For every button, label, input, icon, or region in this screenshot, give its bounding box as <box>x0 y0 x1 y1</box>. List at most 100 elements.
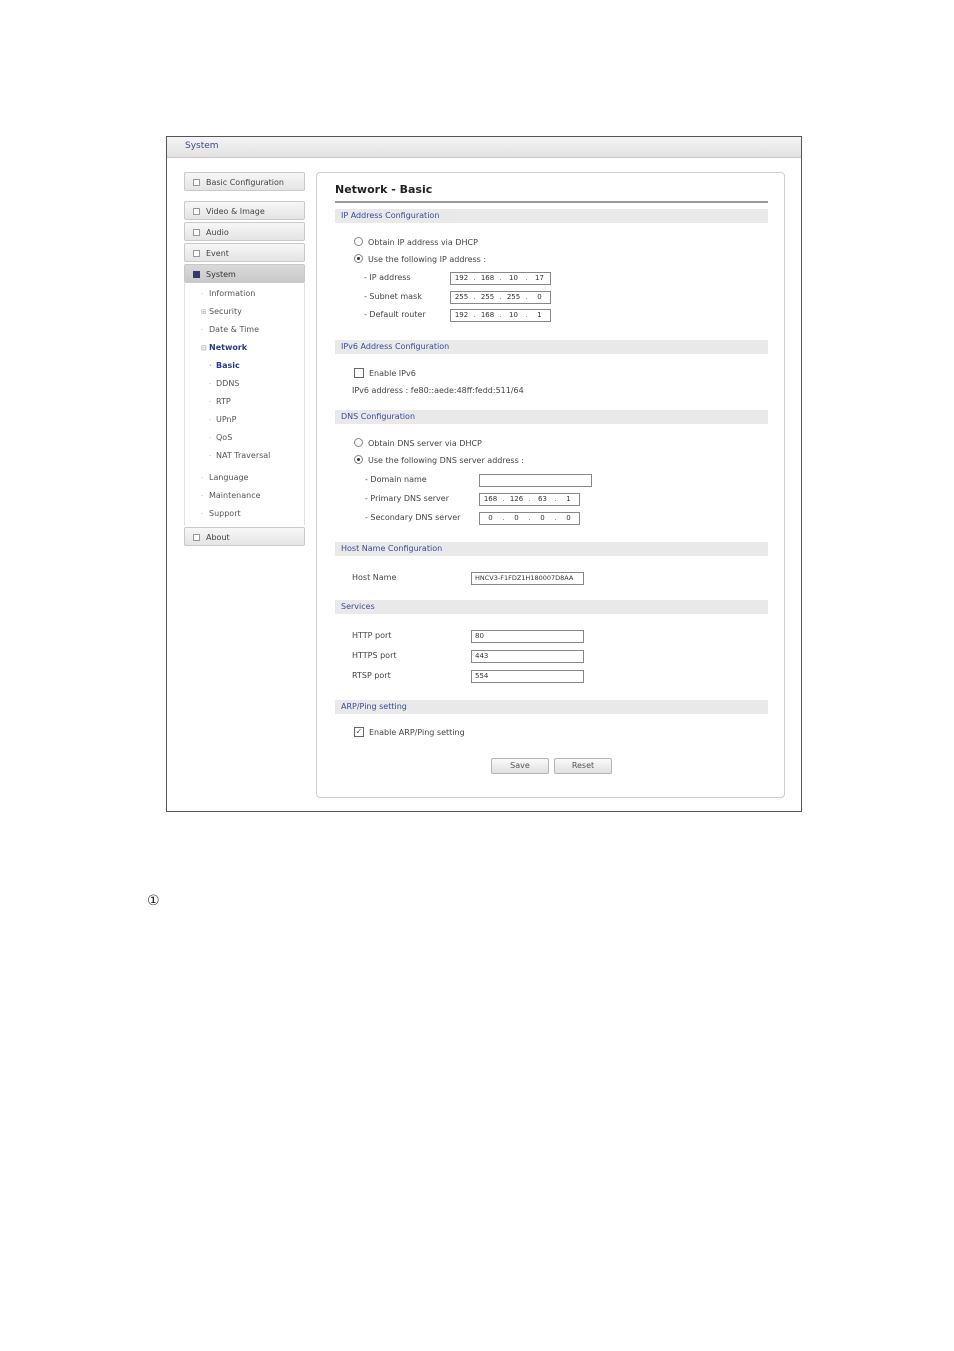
window-title: System <box>185 141 219 151</box>
bullet-icon: · <box>209 434 212 442</box>
browser-screenshot: System Basic Configuration Video & Image… <box>166 136 802 812</box>
sidebar-item-ddns[interactable]: · DDNS <box>185 375 304 393</box>
radio-selected-icon <box>354 254 363 263</box>
sidebar-item-network[interactable]: ⊟ Network <box>185 339 304 357</box>
nav-basic-configuration[interactable]: Basic Configuration <box>184 172 305 191</box>
sidebar-item-language[interactable]: · Language <box>185 469 304 487</box>
section-header-services: Services <box>335 600 768 614</box>
nav-system[interactable]: System <box>184 264 305 283</box>
checkbox-label: Enable ARP/Ping setting <box>369 728 465 737</box>
https-port-field[interactable]: 443 <box>471 650 584 663</box>
expand-icon <box>193 229 200 236</box>
bullet-icon: · <box>201 290 204 298</box>
octet: 168 <box>480 311 495 319</box>
option-label: Use the following IP address : <box>368 255 487 264</box>
sub-label: UPnP <box>216 415 237 424</box>
octet: 10 <box>509 274 518 282</box>
bullet-icon: · <box>209 452 212 460</box>
main-panel: Network - Basic IP Address Configuration… <box>316 172 785 798</box>
bullet-icon: · <box>209 362 212 370</box>
option-label: Obtain DNS server via DHCP <box>368 439 482 448</box>
sidebar-item-date-time[interactable]: · Date & Time <box>185 321 304 339</box>
octet: 126 <box>509 495 524 503</box>
octet: 0 <box>537 293 542 301</box>
domain-name-field[interactable] <box>479 474 592 487</box>
checkbox-checked-icon: ✓ <box>354 726 364 737</box>
collapse-icon <box>193 271 200 278</box>
primary-dns-field[interactable]: 168. 126. 63. 1 <box>479 493 580 506</box>
bullet-icon: · <box>201 492 204 500</box>
sidebar-item-upnp[interactable]: · UPnP <box>185 411 304 429</box>
section-header-ip: IP Address Configuration <box>335 209 768 223</box>
octet: 17 <box>535 274 544 282</box>
sidebar-item-rtp[interactable]: · RTP <box>185 393 304 411</box>
checkbox-icon <box>354 367 364 378</box>
sidebar-item-maintenance[interactable]: · Maintenance <box>185 487 304 505</box>
bullet-icon: · <box>209 398 212 406</box>
octet: 10 <box>509 311 518 319</box>
checkbox-label: Enable IPv6 <box>369 369 416 378</box>
sidebar-item-support[interactable]: · Support <box>185 505 304 523</box>
nav-label: System <box>206 270 236 279</box>
sidebar-item-nat-traversal[interactable]: · NAT Traversal <box>185 447 304 465</box>
sub-label: Information <box>209 289 256 298</box>
static-dns-option[interactable]: Use the following DNS server address : <box>354 454 524 468</box>
sub-label: Security <box>209 307 242 316</box>
ip-address-label: - IP address <box>364 273 411 282</box>
nav-video-image[interactable]: Video & Image <box>184 201 305 220</box>
dhcp-dns-option[interactable]: Obtain DNS server via DHCP <box>354 437 482 451</box>
footnote-marker: ① <box>147 893 160 909</box>
octet: 168 <box>483 495 498 503</box>
rtsp-port-field[interactable]: 554 <box>471 670 584 683</box>
subnet-mask-field[interactable]: 255. 255. 255. 0 <box>450 291 551 304</box>
nav-about[interactable]: About <box>184 527 305 546</box>
nav-audio[interactable]: Audio <box>184 222 305 241</box>
sub-label: NAT Traversal <box>216 451 271 460</box>
top-bar: System <box>167 137 801 158</box>
static-ip-option[interactable]: Use the following IP address : <box>354 253 486 267</box>
reset-button[interactable]: Reset <box>554 758 612 774</box>
bullet-icon: · <box>209 380 212 388</box>
octet: 0 <box>488 514 493 522</box>
ipv6-address-text: IPv6 address : fe80::aede:48ff:fedd:511/… <box>352 386 524 395</box>
sidebar: Basic Configuration Video & Image Audio … <box>184 172 305 548</box>
octet: 192 <box>454 311 469 319</box>
octet: 255 <box>454 293 469 301</box>
secondary-dns-field[interactable]: 0. 0. 0. 0 <box>479 512 580 525</box>
sidebar-item-basic[interactable]: · Basic <box>185 357 304 375</box>
save-button[interactable]: Save <box>491 758 549 774</box>
nav-event[interactable]: Event <box>184 243 305 262</box>
sidebar-item-information[interactable]: · Information <box>185 285 304 303</box>
dhcp-ip-option[interactable]: Obtain IP address via DHCP <box>354 236 478 250</box>
nav-label: Audio <box>206 228 229 237</box>
sidebar-item-qos[interactable]: · QoS <box>185 429 304 447</box>
bullet-icon: · <box>201 326 204 334</box>
primary-dns-label: - Primary DNS server <box>365 494 449 503</box>
host-name-field[interactable]: HNCV3-F1FDZ1H180007D8AA <box>471 572 584 585</box>
default-router-field[interactable]: 192. 168. 10. 1 <box>450 309 551 322</box>
octet: 255 <box>506 293 521 301</box>
enable-ipv6-checkbox[interactable]: Enable IPv6 <box>354 367 416 381</box>
plus-icon: ⊞ <box>201 308 207 316</box>
ip-address-field[interactable]: 192. 168. 10. 17 <box>450 272 551 285</box>
sidebar-item-security[interactable]: ⊞ Security <box>185 303 304 321</box>
octet: 63 <box>538 495 547 503</box>
sub-label: Date & Time <box>209 325 260 334</box>
section-header-host-name: Host Name Configuration <box>335 542 768 556</box>
http-port-field[interactable]: 80 <box>471 630 584 643</box>
sub-label: Language <box>209 473 249 482</box>
radio-icon <box>354 237 363 246</box>
section-header-dns: DNS Configuration <box>335 410 768 424</box>
nav-label: Basic Configuration <box>206 178 284 187</box>
rtsp-port-label: RTSP port <box>352 671 391 680</box>
octet: 168 <box>480 274 495 282</box>
bullet-icon: · <box>201 510 204 518</box>
expand-icon <box>193 534 200 541</box>
page-title: Network - Basic <box>335 183 768 203</box>
nav-label: Video & Image <box>206 207 265 216</box>
sub-label: Maintenance <box>209 491 261 500</box>
octet: 1 <box>537 311 542 319</box>
enable-arp-ping-checkbox[interactable]: ✓ Enable ARP/Ping setting <box>354 726 465 740</box>
bullet-icon: · <box>201 474 204 482</box>
expand-icon <box>193 250 200 257</box>
